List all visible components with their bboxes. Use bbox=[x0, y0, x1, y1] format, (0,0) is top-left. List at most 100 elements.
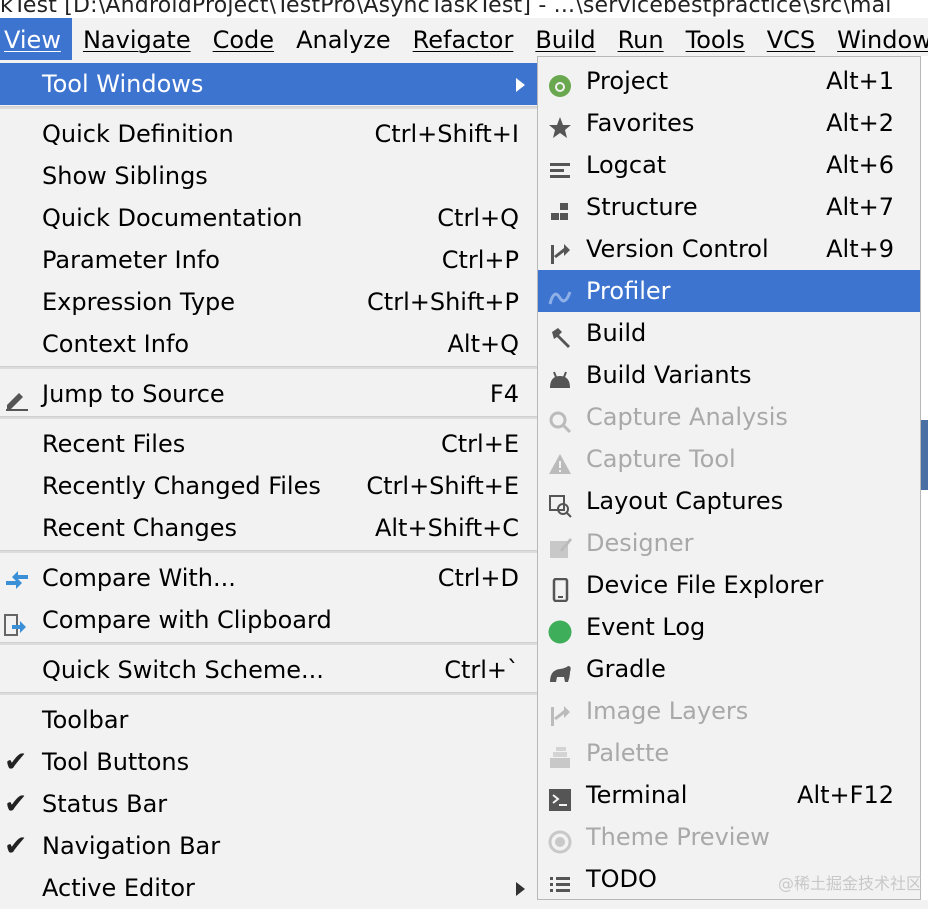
tool-item-favorites[interactable]: Favorites Alt+2 bbox=[538, 102, 920, 144]
watermark: @稀土掘金技术社区 bbox=[777, 874, 922, 893]
tool-item-logcat[interactable]: Logcat Alt+6 bbox=[538, 144, 920, 186]
tool-item-event-log[interactable]: Event Log bbox=[538, 606, 920, 648]
menu-item-parameter-info[interactable]: Parameter Info Ctrl+P bbox=[0, 239, 537, 281]
tool-item-label: Structure bbox=[586, 193, 698, 221]
structure-icon bbox=[548, 195, 574, 220]
tool-item-structure[interactable]: Structure Alt+7 bbox=[538, 186, 920, 228]
menu-item-shortcut: Ctrl+Shift+I bbox=[374, 120, 519, 148]
menu-separator bbox=[0, 550, 537, 553]
menu-item-jump-to-source[interactable]: Jump to Source F4 bbox=[0, 373, 537, 415]
menu-bar: View Navigate Code Analyze Refactor Buil… bbox=[0, 18, 928, 60]
checkmark-icon: ✔ bbox=[4, 787, 28, 820]
menu-item-navigation-bar[interactable]: ✔ Navigation Bar bbox=[0, 825, 537, 867]
tool-item-shortcut: Alt+7 bbox=[826, 193, 894, 221]
menu-separator bbox=[0, 366, 537, 369]
menu-item-label: Parameter Info bbox=[42, 246, 220, 274]
menu-vcs[interactable]: VCS bbox=[756, 18, 826, 60]
menu-item-label: Recent Changes bbox=[42, 514, 237, 542]
menu-item-context-info[interactable]: Context Info Alt+Q bbox=[0, 323, 537, 365]
menu-item-label: Jump to Source bbox=[42, 380, 225, 408]
tool-item-terminal[interactable]: Terminal Alt+F12 bbox=[538, 774, 920, 816]
hammer-icon bbox=[548, 321, 574, 348]
menu-item-toolbar[interactable]: Toolbar bbox=[0, 699, 537, 741]
menu-refactor[interactable]: Refactor bbox=[402, 18, 525, 60]
tool-item-build[interactable]: Build bbox=[538, 312, 920, 354]
logcat-icon bbox=[548, 153, 574, 178]
editor-edge-highlight bbox=[921, 420, 928, 490]
menu-navigate[interactable]: Navigate bbox=[72, 18, 202, 60]
menu-item-active-editor[interactable]: Active Editor bbox=[0, 867, 537, 909]
menu-item-shortcut: Alt+Q bbox=[447, 330, 520, 358]
menu-separator bbox=[0, 642, 537, 645]
menu-code[interactable]: Code bbox=[202, 18, 285, 60]
tool-item-build-variants[interactable]: Build Variants bbox=[538, 354, 920, 396]
window-title: kTest [D:\AndroidProject\TestPro\AsyncTa… bbox=[0, 0, 928, 18]
palette-icon bbox=[548, 741, 574, 768]
tool-item-gradle[interactable]: Gradle bbox=[538, 648, 920, 690]
warning-triangle-icon bbox=[548, 447, 574, 474]
menu-item-tool-windows[interactable]: Tool Windows bbox=[0, 63, 537, 105]
star-icon bbox=[548, 111, 574, 138]
menu-item-compare-with-clipboard[interactable]: Compare with Clipboard bbox=[0, 599, 537, 641]
tool-item-shortcut: Alt+6 bbox=[826, 151, 894, 179]
layout-capture-icon bbox=[548, 489, 574, 518]
tool-item-image-layers[interactable]: Image Layers bbox=[538, 690, 920, 732]
menu-window[interactable]: Window bbox=[826, 18, 928, 60]
menu-item-show-siblings[interactable]: Show Siblings bbox=[0, 155, 537, 197]
menu-item-quick-switch-scheme[interactable]: Quick Switch Scheme... Ctrl+` bbox=[0, 649, 537, 691]
menu-item-label: Quick Documentation bbox=[42, 204, 303, 232]
menu-item-label: Context Info bbox=[42, 330, 190, 358]
compare-clipboard-icon bbox=[4, 608, 30, 636]
tool-item-device-file-explorer[interactable]: Device File Explorer bbox=[538, 564, 920, 606]
tool-item-label: Logcat bbox=[586, 151, 667, 179]
terminal-icon bbox=[548, 783, 574, 811]
menu-item-recent-changes[interactable]: Recent Changes Alt+Shift+C bbox=[0, 507, 537, 549]
menu-item-shortcut: Ctrl+D bbox=[437, 564, 519, 592]
menu-item-tool-buttons[interactable]: ✔ Tool Buttons bbox=[0, 741, 537, 783]
tool-item-profiler[interactable]: Profiler bbox=[538, 270, 920, 312]
menu-item-recently-changed-files[interactable]: Recently Changed Files Ctrl+Shift+E bbox=[0, 465, 537, 507]
menu-separator bbox=[0, 416, 537, 419]
menu-item-shortcut: Ctrl+Q bbox=[437, 204, 519, 232]
menu-item-shortcut: Ctrl+Shift+P bbox=[367, 288, 519, 316]
menu-item-shortcut: Alt+Shift+C bbox=[374, 514, 519, 542]
menu-item-label: Compare With... bbox=[42, 564, 236, 592]
checkmark-icon: ✔ bbox=[4, 829, 28, 862]
menu-view[interactable]: View bbox=[0, 18, 72, 60]
tool-item-label: Designer bbox=[586, 529, 694, 557]
event-log-icon bbox=[548, 615, 574, 644]
tool-item-label: Build Variants bbox=[586, 361, 752, 389]
menu-build[interactable]: Build bbox=[524, 18, 606, 60]
tool-item-theme-preview[interactable]: Theme Preview bbox=[538, 816, 920, 858]
tool-item-label: TODO bbox=[586, 865, 657, 893]
menu-item-compare-with[interactable]: Compare With... Ctrl+D bbox=[0, 557, 537, 599]
menu-item-recent-files[interactable]: Recent Files Ctrl+E bbox=[0, 423, 537, 465]
menu-item-quick-definition[interactable]: Quick Definition Ctrl+Shift+I bbox=[0, 113, 537, 155]
menu-item-label: Recent Files bbox=[42, 430, 186, 458]
tool-item-label: Capture Tool bbox=[586, 445, 736, 473]
menu-item-expression-type[interactable]: Expression Type Ctrl+Shift+P bbox=[0, 281, 537, 323]
tool-item-layout-captures[interactable]: Layout Captures bbox=[538, 480, 920, 522]
tool-item-version-control[interactable]: Version Control Alt+9 bbox=[538, 228, 920, 270]
tool-item-designer[interactable]: Designer bbox=[538, 522, 920, 564]
menu-item-shortcut: Ctrl+` bbox=[444, 656, 519, 684]
menu-tools[interactable]: Tools bbox=[675, 18, 756, 60]
menu-item-label: Active Editor bbox=[42, 874, 195, 902]
tool-item-label: Device File Explorer bbox=[586, 571, 824, 599]
tool-item-project[interactable]: Project Alt+1 bbox=[538, 60, 920, 102]
tool-item-label: Gradle bbox=[586, 655, 666, 683]
menu-item-shortcut: F4 bbox=[489, 380, 519, 408]
menu-item-status-bar[interactable]: ✔ Status Bar bbox=[0, 783, 537, 825]
pencil-icon bbox=[4, 382, 30, 411]
menu-item-shortcut: Ctrl+E bbox=[441, 430, 519, 458]
menu-analyze[interactable]: Analyze bbox=[285, 18, 402, 60]
tool-item-capture-tool[interactable]: Capture Tool bbox=[538, 438, 920, 480]
tool-item-palette[interactable]: Palette bbox=[538, 732, 920, 774]
menu-item-label: Recently Changed Files bbox=[42, 472, 321, 500]
tool-item-shortcut: Alt+9 bbox=[826, 235, 894, 263]
menu-item-quick-documentation[interactable]: Quick Documentation Ctrl+Q bbox=[0, 197, 537, 239]
menu-item-shortcut: Ctrl+P bbox=[441, 246, 519, 274]
tool-item-label: Layout Captures bbox=[586, 487, 784, 515]
menu-run[interactable]: Run bbox=[607, 18, 675, 60]
tool-item-capture-analysis[interactable]: Capture Analysis bbox=[538, 396, 920, 438]
